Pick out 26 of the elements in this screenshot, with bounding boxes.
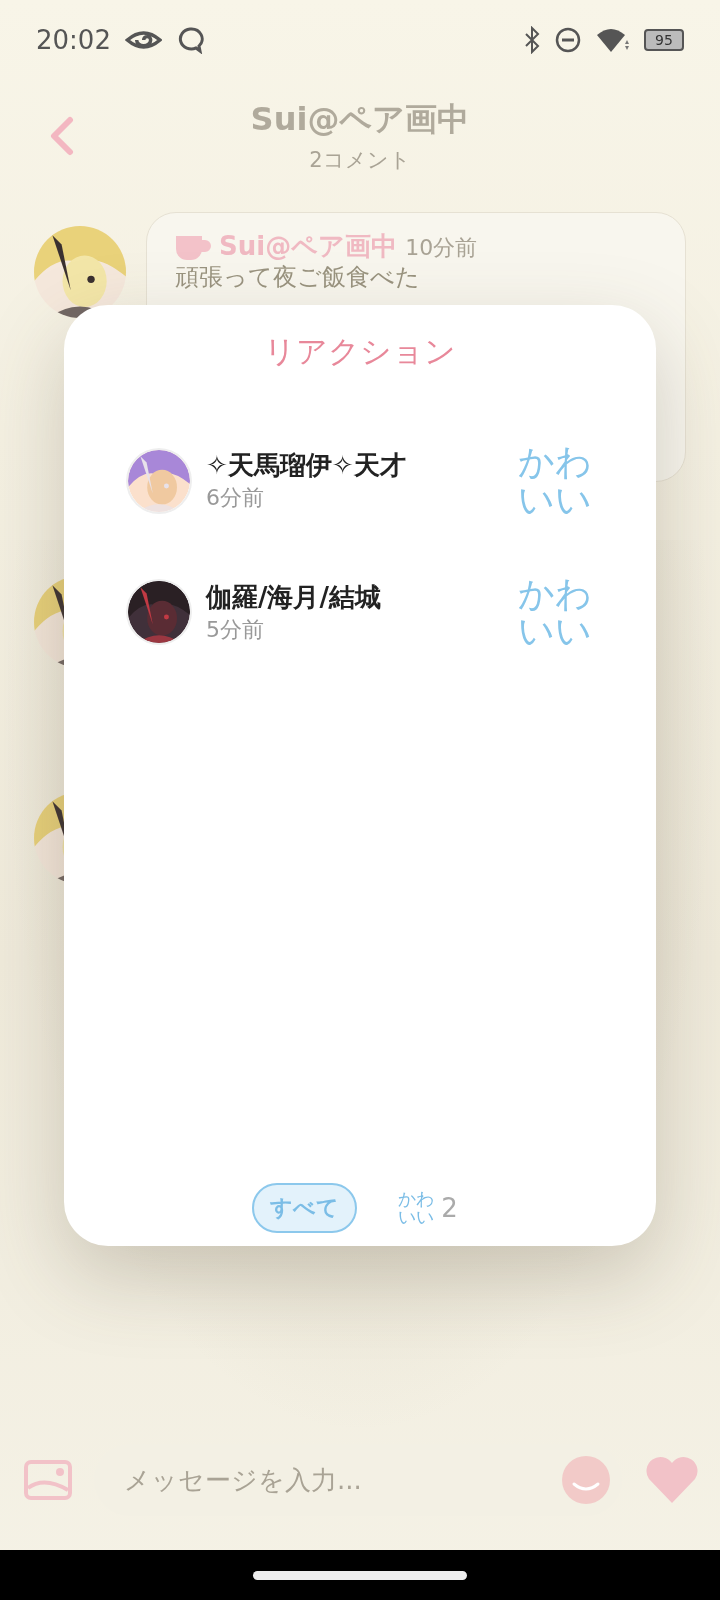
comment-text: 頑張って夜ご飯食べた <box>175 264 421 292</box>
reaction-time: 5分前 <box>206 615 265 644</box>
wifi-icon <box>596 26 630 54</box>
bluetooth-icon <box>524 26 540 54</box>
home-indicator[interactable] <box>253 1570 467 1580</box>
comment-author: Sui@ペア画中 <box>219 230 398 263</box>
tab-label: かわいい <box>397 1190 436 1226</box>
user-name: 伽羅/海月/結城 <box>206 580 382 614</box>
reaction-label: かわいい <box>518 443 594 519</box>
chat-bubble-icon <box>176 26 205 54</box>
battery-indicator: 95 <box>644 29 684 51</box>
comment-time: 10分前 <box>405 234 478 262</box>
back-icon[interactable] <box>48 116 76 156</box>
heart-icon[interactable] <box>644 1455 700 1505</box>
chat-title: Sui@ペア画中 <box>250 99 470 140</box>
do-not-disturb-icon <box>554 26 582 54</box>
user-name: ✧天馬瑠伊✧天才 <box>206 449 407 483</box>
image-icon[interactable] <box>24 1460 72 1500</box>
reaction-time: 6分前 <box>206 484 265 513</box>
sheet-title: リアクション <box>263 332 457 371</box>
filter-tab[interactable]: すべて <box>252 1183 358 1233</box>
tab-count: 2 <box>441 1193 458 1223</box>
comment-count: 2コメント <box>309 147 411 174</box>
reaction-label: かわいい <box>518 574 594 651</box>
smiley-icon[interactable] <box>562 1456 610 1504</box>
clock: 20:02 <box>36 25 111 55</box>
